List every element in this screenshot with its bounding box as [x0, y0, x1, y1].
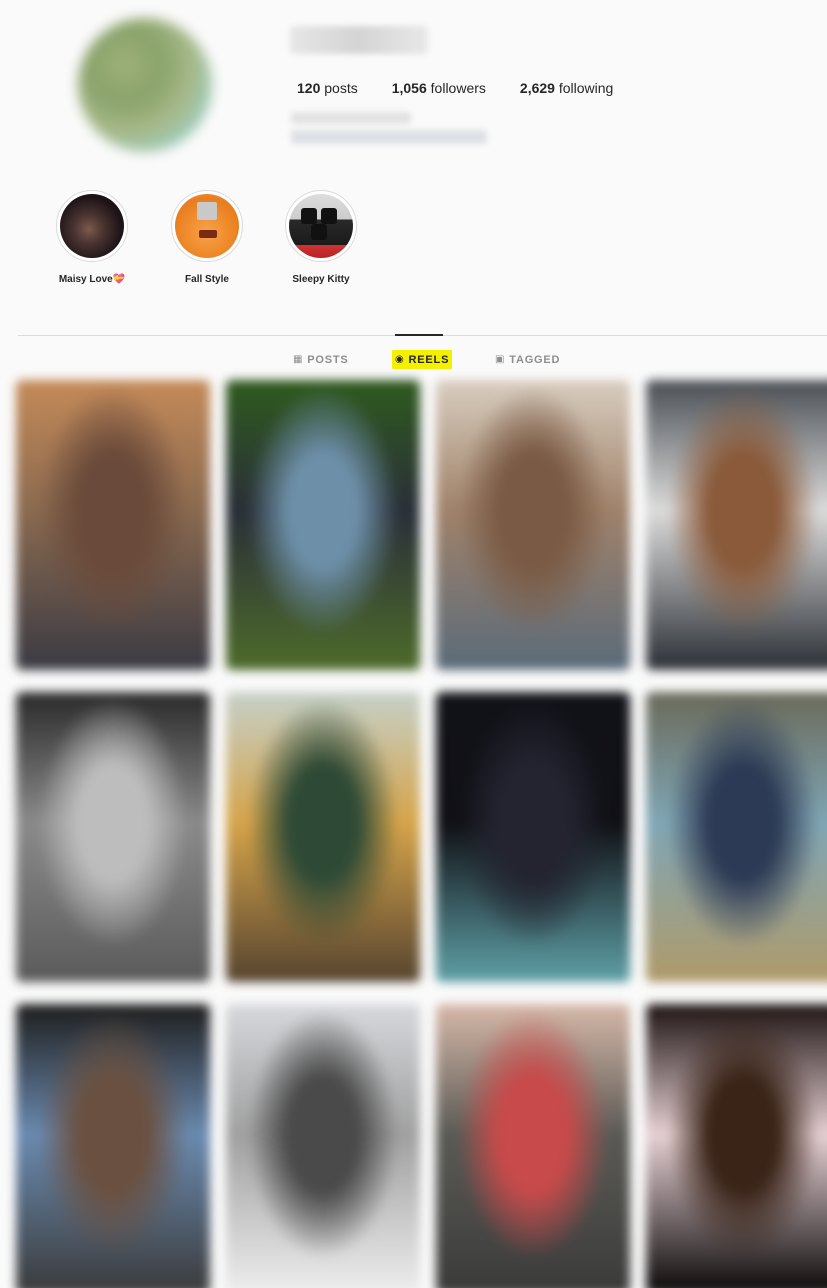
tab-reels-label: REELS [408, 353, 450, 366]
stat-followers[interactable]: 1,056 followers [392, 80, 486, 96]
tab-posts-label: POSTS [307, 353, 349, 366]
reel-thumbnail[interactable] [436, 380, 630, 670]
stat-followers-count: 1,056 [391, 80, 427, 96]
stat-following-count: 2,629 [519, 80, 555, 96]
stat-posts-count: 120 [297, 80, 321, 96]
reel-thumbnail[interactable] [16, 692, 210, 982]
reel-thumbnail[interactable] [16, 380, 210, 670]
stat-followers-label: followers [430, 80, 486, 96]
highlight-sleepy-kitty[interactable]: Sleepy Kitty [276, 190, 366, 285]
reel-thumbnail[interactable] [436, 692, 630, 982]
reels-grid [8, 380, 827, 1288]
tab-tagged[interactable]: ▣ TAGGED [495, 350, 560, 369]
reel-thumbnail[interactable] [436, 1004, 630, 1288]
reel-thumbnail[interactable] [226, 380, 420, 670]
reel-thumbnail[interactable] [226, 1004, 420, 1288]
dog-photo-icon [60, 194, 124, 258]
highlight-maisy-love[interactable]: Maisy Love💝 [47, 190, 137, 285]
profile-avatar[interactable] [78, 18, 212, 152]
highlight-fall-style[interactable]: Fall Style [162, 190, 252, 285]
reel-thumbnail[interactable] [646, 380, 827, 670]
highlight-ring [171, 190, 243, 262]
reel-thumbnail[interactable] [646, 692, 827, 982]
reel-thumbnail[interactable] [226, 692, 420, 982]
tagged-icon: ▣ [495, 353, 506, 365]
grid-icon: ▦ [293, 353, 304, 365]
highlight-ring [285, 190, 357, 262]
reel-thumbnail[interactable] [16, 1004, 210, 1288]
highlight-label: Sleepy Kitty [292, 274, 350, 285]
profile-tabs: ▦ POSTS ◉ REELS ▣ TAGGED [0, 350, 827, 370]
highlight-label: Maisy Love💝 [58, 274, 126, 285]
username-blurred [290, 26, 428, 54]
stat-following[interactable]: 2,629 following [520, 80, 613, 96]
reels-icon: ◉ [395, 353, 405, 365]
active-tab-indicator [395, 334, 443, 336]
stat-following-label: following [558, 80, 614, 96]
pumpkin-photo-icon [175, 194, 239, 258]
story-highlights: Maisy Love💝 Fall Style Sleepy Kitty [0, 190, 827, 300]
tab-tagged-label: TAGGED [509, 353, 561, 366]
profile-stats: 120 posts 1,056 followers 2,629 followin… [297, 80, 647, 96]
highlight-ring [56, 190, 128, 262]
bio-line-blurred [291, 112, 411, 124]
tab-reels[interactable]: ◉ REELS [392, 350, 453, 369]
cats-photo-icon [289, 194, 353, 258]
reel-thumbnail[interactable] [646, 1004, 827, 1288]
stat-posts-label: posts [324, 80, 358, 96]
highlight-label: Fall Style [185, 274, 229, 285]
tab-posts[interactable]: ▦ POSTS [293, 350, 349, 369]
stat-posts[interactable]: 120 posts [297, 80, 358, 96]
bio-link-blurred[interactable] [291, 130, 487, 144]
